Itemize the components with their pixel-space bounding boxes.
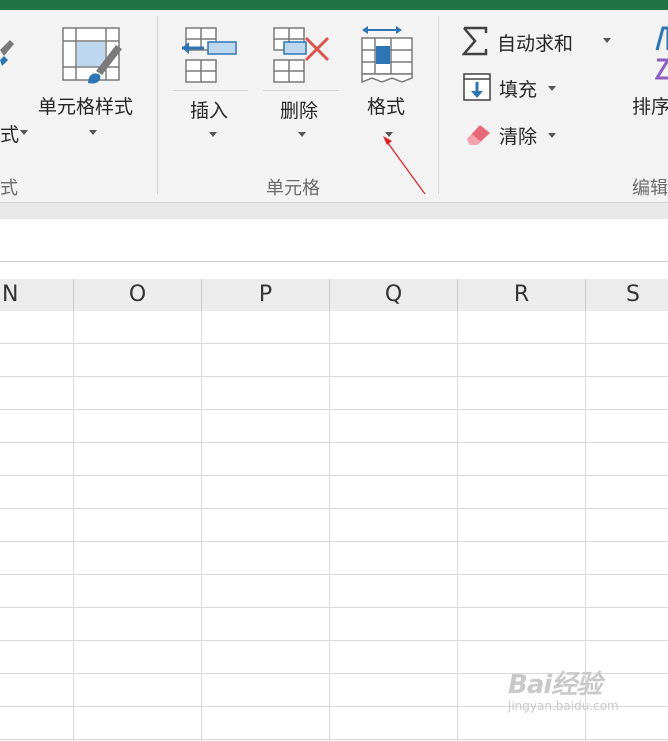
watermark-url: jingyan.baidu.com [508, 699, 619, 713]
annotation-arrow [383, 136, 426, 195]
watermark-logo: Bai经验 jingyan.baidu.com [508, 664, 619, 713]
watermark-brand: Bai经验 [508, 670, 602, 700]
